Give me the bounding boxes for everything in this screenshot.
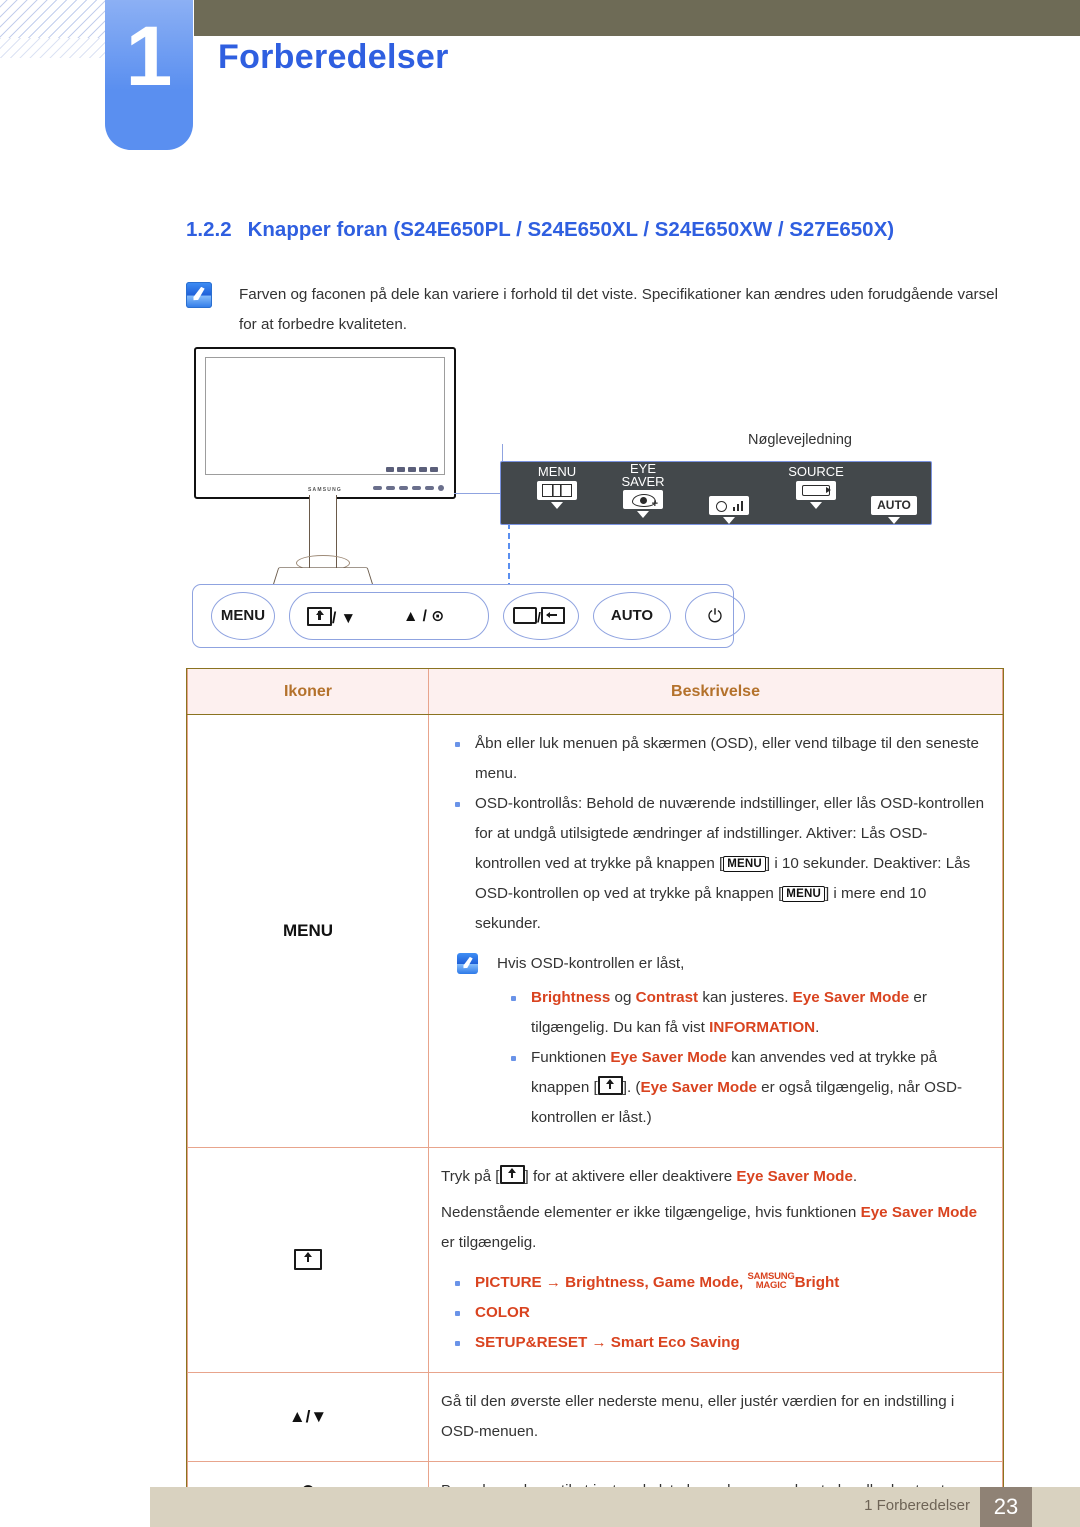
front-power-button[interactable]: ⏻ [685,592,745,640]
front-up-adjust-label: ▲ / ⊙ [403,608,445,625]
menu-path-color: COLOR [475,1304,530,1321]
note-pencil-icon [186,282,212,308]
list-item: OSD-kontrollås: Behold de nuværende inds… [441,789,986,939]
chevron-down-icon [888,516,900,524]
chevron-down-icon [810,501,822,509]
front-button-bar: MENU / ▼ ▲ / ⊙ / AUTO ⏻ [192,584,745,648]
front-auto-button[interactable]: AUTO [593,592,671,640]
key-guide-item-brightness: . [693,462,765,524]
arrow-right-icon: → [591,1334,607,1351]
menu-bars-icon [537,480,577,500]
table-header-description: Beskrivelse [428,669,1003,715]
monitor-key-icons [386,467,438,472]
page-number: 23 [980,1487,1032,1527]
menu-path-setupreset: SETUP&RESET [475,1334,588,1351]
menu-path-picture: PICTURE [475,1274,542,1291]
chevron-down-icon [551,501,563,509]
screen-up-arrow-icon-cell [187,1147,429,1373]
source-loop-icon [796,480,836,500]
list-item: SETUP&RESET → Smart Eco Saving [441,1328,986,1358]
sub-note-block: Hvis OSD-kontrollen er låst, Brightness … [441,949,986,1133]
decorative-hatch-pattern-secondary [0,38,110,58]
brightness-volume-icon [709,495,749,515]
table-row: ▲/▼ Gå til den øverste eller nederste me… [187,1372,1003,1462]
menu-key-badge: MENU [723,856,766,872]
menu-path-setupreset-items: Smart Eco Saving [610,1334,740,1351]
section-number: 1.2.2 [186,218,232,241]
arrow-right-icon: → [545,1274,561,1291]
monitor-brand: SAMSUNG [308,487,342,493]
monitor-illustration: SAMSUNG Nøglevejledning MENU EYE SAVER +… [186,344,1006,664]
sub-note-intro: Hvis OSD-kontrollen er låst, [497,955,685,972]
menu-path-picture-items: Brightness, Game Mode, [565,1274,748,1291]
list-item: PICTURE → Brightness, Game Mode, SAMSUNG… [441,1268,986,1298]
table-row: MENU Åbn eller luk menuen på skærmen (OS… [187,714,1003,1148]
key-guide-item-source: SOURCE [778,462,854,524]
chapter-tab: 1 [105,0,193,150]
key-guide-item-eyesaver: EYE SAVER + [607,462,679,524]
updown-description-cell: Gå til den øverste eller nederste menu, … [428,1372,1003,1462]
monitor-screen [205,357,445,475]
menu-label-icon: MENU [187,714,429,1148]
source-rect-icon [513,607,537,624]
header-olive-bar [194,0,1080,36]
key-guide-title: Nøglevejledning [748,432,852,448]
chevron-down-icon [637,511,649,518]
table-header-row: Ikoner Beskrivelse [187,669,1003,715]
section-heading: 1.2.2 Knapper foran (S24E650PL / S24E650X… [186,218,894,242]
source-return-icon [540,607,565,624]
front-eyesaver-down-label: / ▼ [307,607,356,628]
magicbright-logo: SAMSUNG MAGIC [747,1271,795,1291]
key-guide-item-auto: . AUTO [865,462,923,524]
eye-plus-icon: + [623,490,663,510]
menu-key-badge: MENU [782,886,825,902]
list-item: Brightness og Contrast kan justeres. Eye… [497,983,986,1043]
page-footer: 1 Forberedelser 23 [150,1487,1080,1527]
icon-description-table: Ikoner Beskrivelse MENU Åbn eller luk me… [186,668,1004,1522]
menu-description-cell: Åbn eller luk menuen på skærmen (OSD), e… [428,714,1003,1148]
auto-label: AUTO [877,497,911,512]
key-guide-label-menu: MENU [537,464,577,479]
list-item: Åbn eller luk menuen på skærmen (OSD), e… [441,729,986,789]
eyesaver-description-cell: Tryk på [] for at aktivere eller deaktiv… [428,1147,1003,1373]
up-down-arrows-icon: ▲/▼ [187,1372,429,1462]
leader-line-horizontal [454,493,502,494]
table-header-icons: Ikoner [187,669,429,715]
key-guide-panel: MENU EYE SAVER + . SOURCE [500,461,932,525]
key-guide-item-menu: MENU [521,462,593,524]
magicbright-suffix: Bright [794,1274,840,1291]
monitor-body: SAMSUNG [194,347,456,499]
key-guide-label-saver: SAVER [621,473,665,489]
auto-text-icon: AUTO [871,495,917,515]
note-pencil-icon [457,953,478,974]
eyesaver-line-1: Tryk på [] for at aktivere eller deaktiv… [441,1162,986,1192]
list-item: Funktionen Eye Saver Mode kan anvendes v… [497,1043,986,1133]
screen-up-arrow-icon [499,1165,525,1184]
key-guide-label-source: SOURCE [788,464,844,479]
chapter-title: Forberedelser [218,38,449,76]
chevron-down-icon [723,516,735,524]
screen-up-arrow-icon [307,607,332,626]
screen-up-arrow-icon [294,1248,322,1270]
table-row: Tryk på [] for at aktivere eller deaktiv… [187,1147,1003,1373]
screen-up-arrow-icon [597,1076,623,1095]
section-title: Knapper foran (S24E650PL / S24E650XL / S… [247,218,895,241]
chapter-number: 1 [125,9,173,103]
front-menu-button[interactable]: MENU [211,592,275,640]
note-text: Farven og faconen på dele kan variere i … [239,286,998,333]
footer-chapter-label: 1 Forberedelser [864,1497,970,1514]
list-item: COLOR [441,1298,986,1328]
front-source-enter-label: / [513,607,565,625]
eyesaver-line-2: Nedenstående elementer er ikke tilgængel… [441,1204,978,1251]
